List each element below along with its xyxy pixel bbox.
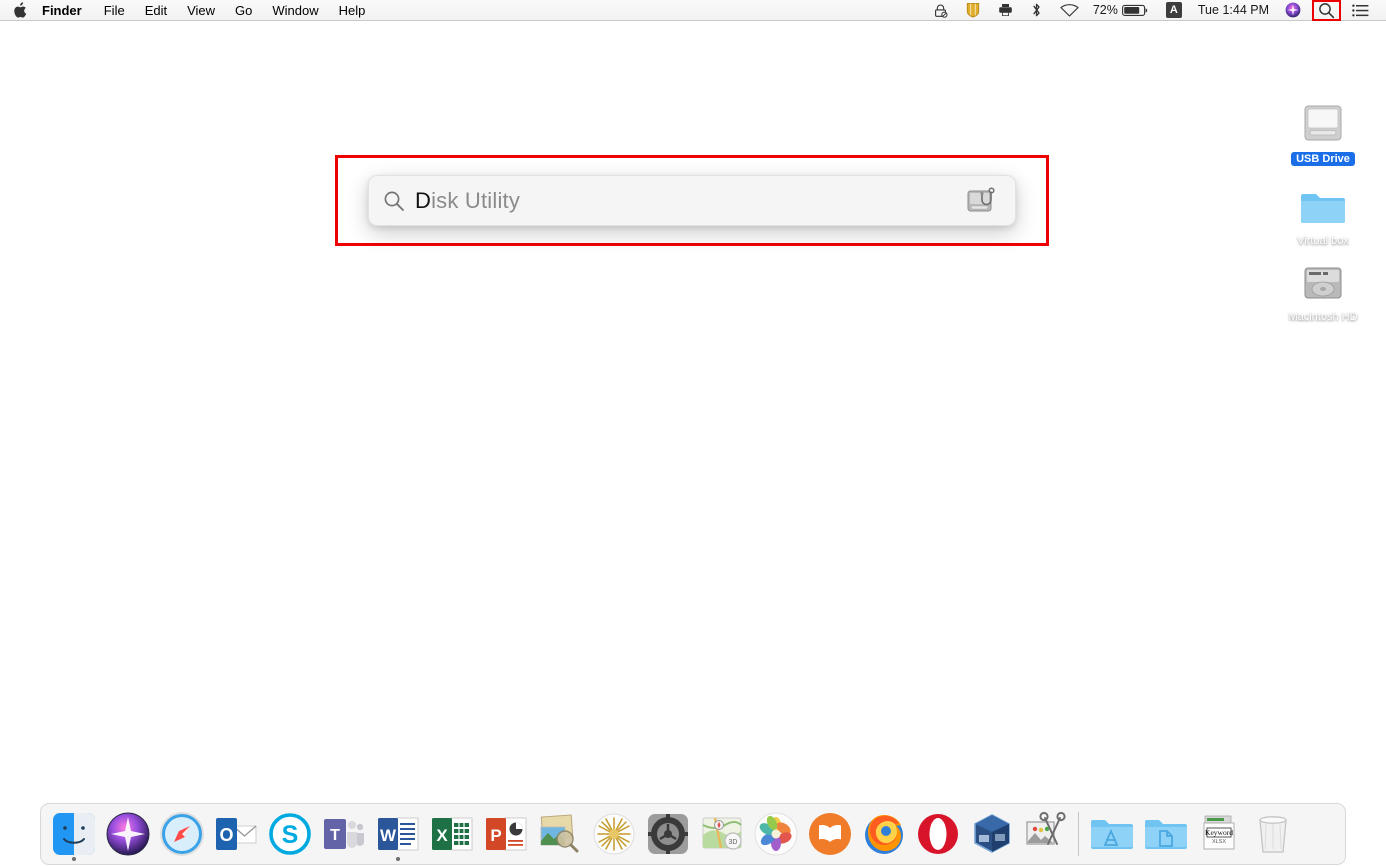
safari-icon [160,812,204,856]
dock-item-safari[interactable] [155,806,209,862]
menu-bar-left: Finder File Edit View Go Window Help [0,0,375,21]
siri-icon[interactable] [1276,0,1310,21]
menu-item-window[interactable]: Window [262,0,328,21]
lock-icon[interactable] [924,0,957,21]
dock-item-excel[interactable]: X [425,806,479,862]
file-xlsx-icon: Keyword XLSX [1203,815,1235,850]
folder-documents-icon [1145,820,1187,849]
desktop-icon-macintosh-hd[interactable]: Macintosh HD [1275,258,1371,324]
keyboard-input-icon[interactable]: A [1157,0,1191,21]
shield-icon[interactable] [957,0,989,21]
apple-menu-icon[interactable] [12,1,27,19]
preview-icon [540,814,579,853]
search-icon [383,190,405,212]
svg-text:O: O [219,825,233,845]
menu-item-edit[interactable]: Edit [135,0,177,21]
dock-separator [1078,812,1079,856]
excel-icon: X [432,817,473,851]
menu-item-go[interactable]: Go [225,0,262,21]
battery-icon[interactable] [1121,0,1157,21]
dock-stack-applications[interactable] [1084,806,1138,862]
dock-item-grab[interactable] [1019,806,1073,862]
powerpoint-icon: P [486,817,527,851]
desktop-icon-usb-drive[interactable]: USB Drive [1275,100,1371,166]
desktop-icon-label: USB Drive [1291,152,1355,166]
menu-bar: Finder File Edit View Go Window Help 72%… [0,0,1386,21]
svg-text:X: X [436,826,448,845]
desktop-icon-label: Macintosh HD [1288,311,1358,323]
notification-center-icon[interactable] [1343,0,1378,21]
svg-text:XLSX: XLSX [1212,839,1226,845]
svg-text:P: P [490,826,501,845]
maps-icon: 3D [702,817,742,850]
svg-text:T: T [330,827,340,844]
menu-item-file[interactable]: File [94,0,135,21]
word-icon: W [378,817,419,851]
gear-icon [648,814,688,854]
external-drive-icon [1297,100,1349,148]
firefox-icon [865,815,903,854]
svg-text:W: W [380,826,397,845]
dock-item-skype[interactable]: S [263,806,317,862]
siri-icon [106,812,150,856]
dock-item-maps[interactable]: 3D [695,806,749,862]
menu-item-finder[interactable]: Finder [40,0,94,21]
dock-item-opera[interactable] [911,806,965,862]
menu-bar-clock[interactable]: Tue 1:44 PM [1191,3,1276,17]
desktop-icon-virtual-box[interactable]: Virtual box [1275,182,1371,248]
spotlight-typed-text: D [415,187,432,213]
dock-item-system-preferences[interactable] [641,806,695,862]
svg-text:S: S [282,821,299,849]
svg-text:Keyword: Keyword [1205,828,1233,837]
dock-item-preview[interactable] [533,806,587,862]
printer-icon[interactable] [989,0,1022,21]
virtualbox-icon [974,814,1010,853]
trash-icon [1259,816,1287,853]
dock-stack-keyword-file[interactable]: Keyword XLSX [1192,806,1246,862]
dock-stack-documents[interactable] [1138,806,1192,862]
dock-item-trash[interactable] [1246,806,1300,862]
desktop-screen: Finder File Edit View Go Window Help 72%… [0,0,1386,867]
wifi-icon[interactable] [1051,0,1088,21]
opera-icon [918,814,958,854]
spotlight-query-text: Disk Utility [415,188,520,214]
battery-percentage: 72% [1092,3,1118,17]
disk-utility-icon [965,184,1001,218]
dock-item-word[interactable]: W [371,806,425,862]
spotlight-menu-button[interactable] [1312,0,1341,21]
bluetooth-icon[interactable] [1022,0,1051,21]
svg-text:3D: 3D [729,839,738,846]
dock-item-siri[interactable] [101,806,155,862]
dock-item-virtualbox[interactable] [965,806,1019,862]
spotlight-search-field[interactable]: Disk Utility [368,175,1016,226]
dock-item-teams[interactable]: T [317,806,371,862]
running-indicator [72,857,76,861]
dock-item-powerpoint[interactable]: P [479,806,533,862]
spotlight-suggestion-text: isk Utility [431,187,521,213]
running-indicator [396,857,400,861]
folder-applications-icon [1091,820,1133,849]
ibooks-icon [809,813,851,855]
dock-item-photos[interactable] [749,806,803,862]
grab-scissors-icon [1026,811,1066,845]
internal-drive-icon [1297,258,1349,306]
outlook-icon: O [216,818,257,850]
dock-item-mathematica[interactable] [587,806,641,862]
dock: O S T W X P 3D Keyword XLSX [40,803,1346,865]
skype-icon: S [269,813,311,855]
menu-bar-status-area: 72% A Tue 1:44 PM [924,0,1386,21]
dock-item-finder[interactable] [47,806,101,862]
finder-icon [53,813,95,855]
teams-icon: T [324,819,364,849]
mathematica-icon [593,813,635,855]
dock-item-outlook[interactable]: O [209,806,263,862]
folder-icon [1297,182,1349,230]
menu-item-help[interactable]: Help [329,0,376,21]
dock-item-ibooks[interactable] [803,806,857,862]
photos-icon [754,812,798,856]
dock-item-firefox[interactable] [857,806,911,862]
desktop-icon-label: Virtual box [1297,235,1349,247]
search-icon [1319,2,1335,18]
menu-item-view[interactable]: View [177,0,225,21]
